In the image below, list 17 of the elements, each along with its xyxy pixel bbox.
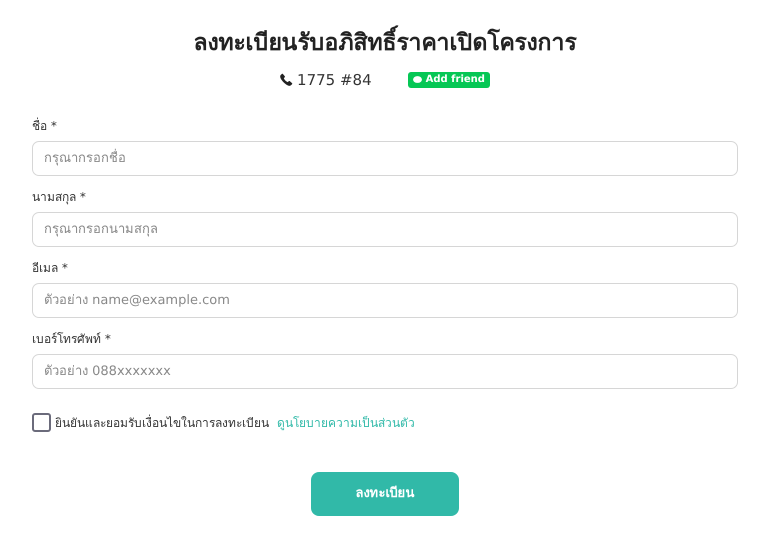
page-title: ลงทะเบียนรับอภิสิทธิ์ราคาเปิดโครงการ bbox=[32, 26, 738, 60]
input-field[interactable]: กรุณากรอกนามสกุล bbox=[32, 212, 738, 247]
input-field[interactable]: ตัวอย่าง 088xxxxxxx bbox=[32, 354, 738, 389]
field-label: ชื่อ * bbox=[32, 117, 58, 135]
field-label: อีเมล * bbox=[32, 260, 69, 277]
register-button[interactable]: ลงทะเบียน bbox=[311, 472, 459, 516]
field-label: เบอร์โทรศัพท์ * bbox=[32, 331, 112, 348]
input-field[interactable]: กรุณากรอกชื่อ bbox=[32, 141, 738, 176]
checkbox[interactable] bbox=[32, 413, 51, 432]
phone-icon bbox=[280, 73, 294, 86]
input-field[interactable]: ตัวอย่าง name@example.com bbox=[32, 283, 738, 318]
consent-text: ยินยันและยอมรับเงื่อนไขในการลงทะเบียน bbox=[55, 414, 269, 432]
privacy-policy-link[interactable]: ดูนโยบายความเป็นส่วนตัว bbox=[277, 414, 415, 432]
add-friend-button[interactable]: Add friend bbox=[408, 72, 490, 88]
chat-bubble-icon bbox=[412, 76, 422, 84]
field-label: นามสกุล * bbox=[32, 189, 87, 206]
phone-number: 1775 #84 bbox=[297, 70, 372, 90]
